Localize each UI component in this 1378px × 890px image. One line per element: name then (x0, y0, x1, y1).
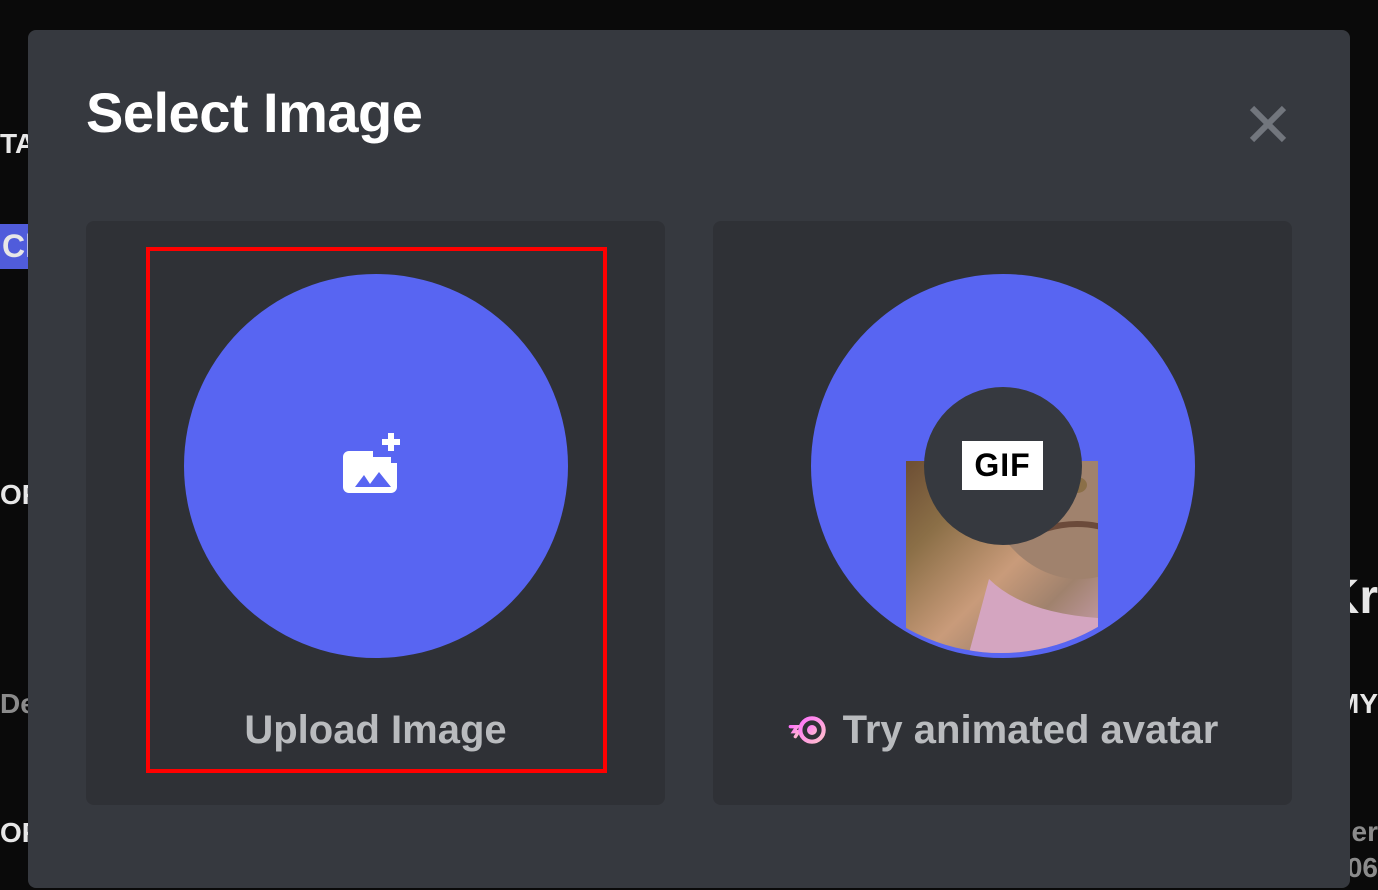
close-icon (1244, 100, 1292, 148)
upload-image-option[interactable]: Upload Image (86, 221, 665, 805)
gif-circle: GIF (811, 274, 1195, 658)
upload-circle (184, 274, 568, 658)
animated-label-row: Try animated avatar (787, 708, 1219, 753)
modal-title: Select Image (86, 80, 422, 145)
animated-avatar-option[interactable]: GIF Try animated avatar (713, 221, 1292, 805)
select-image-modal: Select Image Upload Image (28, 30, 1350, 888)
upload-circle-bg (184, 274, 568, 658)
close-button[interactable] (1234, 90, 1302, 161)
options-container: Upload Image (86, 221, 1292, 805)
upload-image-label: Upload Image (244, 708, 506, 753)
animated-avatar-label: Try animated avatar (843, 708, 1219, 753)
backdrop-text: 06 (1347, 852, 1378, 884)
modal-header: Select Image (86, 80, 1292, 161)
image-upload-icon (340, 430, 412, 502)
gif-badge: GIF (962, 441, 1042, 490)
nitro-icon (787, 710, 827, 750)
gif-center-overlay: GIF (924, 387, 1082, 545)
backdrop-text: er (1352, 816, 1378, 848)
